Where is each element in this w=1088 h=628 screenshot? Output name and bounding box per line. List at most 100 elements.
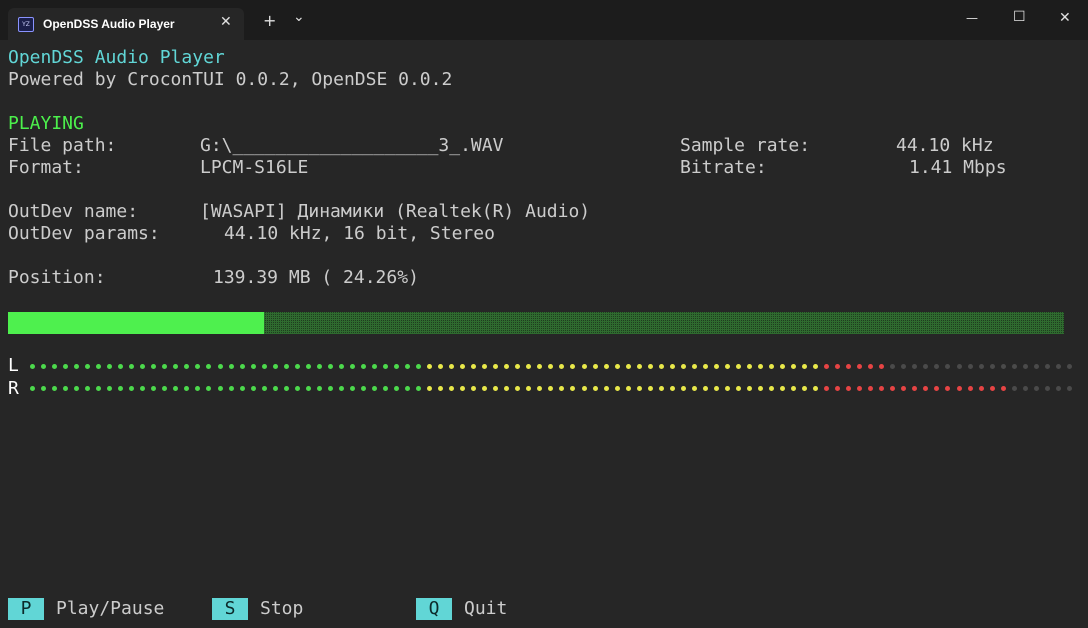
meter-dot	[449, 364, 455, 369]
meter-dot	[746, 386, 752, 391]
meter-dot	[625, 364, 631, 369]
meter-dot	[1055, 386, 1061, 391]
meter-dot	[63, 386, 69, 391]
new-tab-button[interactable]: +	[263, 11, 276, 30]
meter-dot	[691, 364, 697, 369]
meter-dot	[393, 386, 399, 391]
title-bar: YZ OpenDSS Audio Player ✕ + ⌄ — ☐ ✕	[0, 0, 1088, 40]
minimize-button[interactable]: —	[966, 11, 978, 25]
close-tab-icon[interactable]: ✕	[220, 14, 232, 30]
meter-dot	[757, 386, 763, 391]
meter-dot	[371, 364, 377, 369]
tab-dropdown-icon[interactable]: ⌄	[293, 9, 305, 25]
meter-dot	[780, 386, 786, 391]
meter-dot	[802, 364, 808, 369]
meter-dot	[85, 386, 91, 391]
outdev-params-value: 44.10 kHz, 16 bit, Stereo	[224, 223, 495, 244]
meter-dot	[724, 364, 730, 369]
meter-dot	[129, 386, 135, 391]
meter-dot	[1066, 386, 1072, 391]
meter-dot	[769, 364, 774, 369]
position-label: Position:	[8, 267, 106, 288]
meter-dot	[151, 386, 157, 391]
meter-dot	[1033, 386, 1039, 391]
meter-dot	[184, 386, 190, 391]
bitrate-value: 1.41 Mbps	[909, 157, 1007, 178]
meter-dot	[493, 364, 499, 369]
meter-dot	[636, 386, 642, 391]
meter-dot	[294, 364, 300, 369]
meter-dot	[835, 364, 841, 369]
meter-dot	[427, 364, 433, 369]
meter-dot	[239, 364, 245, 369]
meter-dot	[294, 386, 300, 391]
playback-status: PLAYING	[8, 113, 84, 134]
meter-dot	[338, 364, 344, 369]
meter-dot	[52, 364, 58, 369]
meter-dot	[162, 386, 168, 391]
meter-dot	[857, 364, 863, 369]
meter-dot	[1066, 364, 1072, 369]
meter-dot	[416, 364, 422, 369]
terminal-app-icon: YZ	[18, 17, 34, 32]
meter-dot	[41, 386, 47, 391]
meter-dot	[85, 364, 91, 369]
stop-key[interactable]: S	[212, 598, 248, 620]
meter-dot	[305, 364, 311, 369]
meter-dot	[349, 364, 355, 369]
meter-dot	[592, 364, 598, 369]
meter-dot	[107, 386, 113, 391]
meter-dot	[416, 386, 422, 391]
meter-dot	[305, 386, 311, 391]
meter-dot	[559, 386, 565, 391]
terminal-tab[interactable]: YZ OpenDSS Audio Player ✕	[8, 8, 244, 40]
meter-dot	[140, 364, 146, 369]
meter-dot	[140, 386, 146, 391]
meter-dot	[824, 364, 830, 369]
meter-dot	[570, 364, 576, 369]
meter-dot	[1044, 364, 1050, 369]
meter-dot	[824, 386, 830, 391]
meter-dot	[978, 364, 984, 369]
play-pause-label: Play/Pause	[56, 598, 165, 619]
meter-dot	[780, 364, 786, 369]
left-channel-meter	[30, 364, 1072, 370]
outdev-name-label: OutDev name:	[8, 201, 139, 222]
meter-dot	[283, 386, 289, 391]
meter-dot	[206, 364, 212, 369]
meter-dot	[647, 364, 653, 369]
meter-dot	[316, 364, 322, 369]
meter-dot	[515, 364, 521, 369]
maximize-button[interactable]: ☐	[1013, 9, 1026, 25]
meter-dot	[438, 364, 444, 369]
meter-dot	[890, 386, 896, 391]
outdev-name-value: [WASAPI] Динамики (Realtek(R) Audio)	[200, 201, 591, 222]
progress-bar[interactable]	[8, 312, 1064, 334]
meter-dot	[151, 364, 157, 369]
meter-dot	[570, 386, 576, 391]
meter-dot	[945, 364, 951, 369]
left-channel-label: L	[8, 355, 19, 376]
play-pause-key[interactable]: P	[8, 598, 44, 620]
meter-dot	[118, 364, 124, 369]
position-value: 139.39 MB ( 24.26%)	[213, 267, 419, 288]
meter-dot	[228, 386, 234, 391]
meter-dot	[537, 364, 543, 369]
close-window-button[interactable]: ✕	[1059, 10, 1071, 26]
meter-dot	[1033, 364, 1039, 369]
right-channel-label: R	[8, 378, 19, 399]
meter-dot	[250, 364, 256, 369]
meter-dot	[912, 364, 918, 369]
meter-dot	[658, 386, 664, 391]
meter-dot	[735, 386, 741, 391]
quit-key[interactable]: Q	[416, 598, 452, 620]
quit-label: Quit	[464, 598, 508, 619]
meter-dot	[1011, 364, 1017, 369]
meter-dot	[526, 364, 532, 369]
meter-dot	[1055, 364, 1061, 369]
meter-dot	[327, 386, 333, 391]
meter-dot	[813, 386, 819, 391]
meter-dot	[879, 364, 885, 369]
meter-dot	[769, 386, 774, 391]
meter-dot	[272, 364, 278, 369]
